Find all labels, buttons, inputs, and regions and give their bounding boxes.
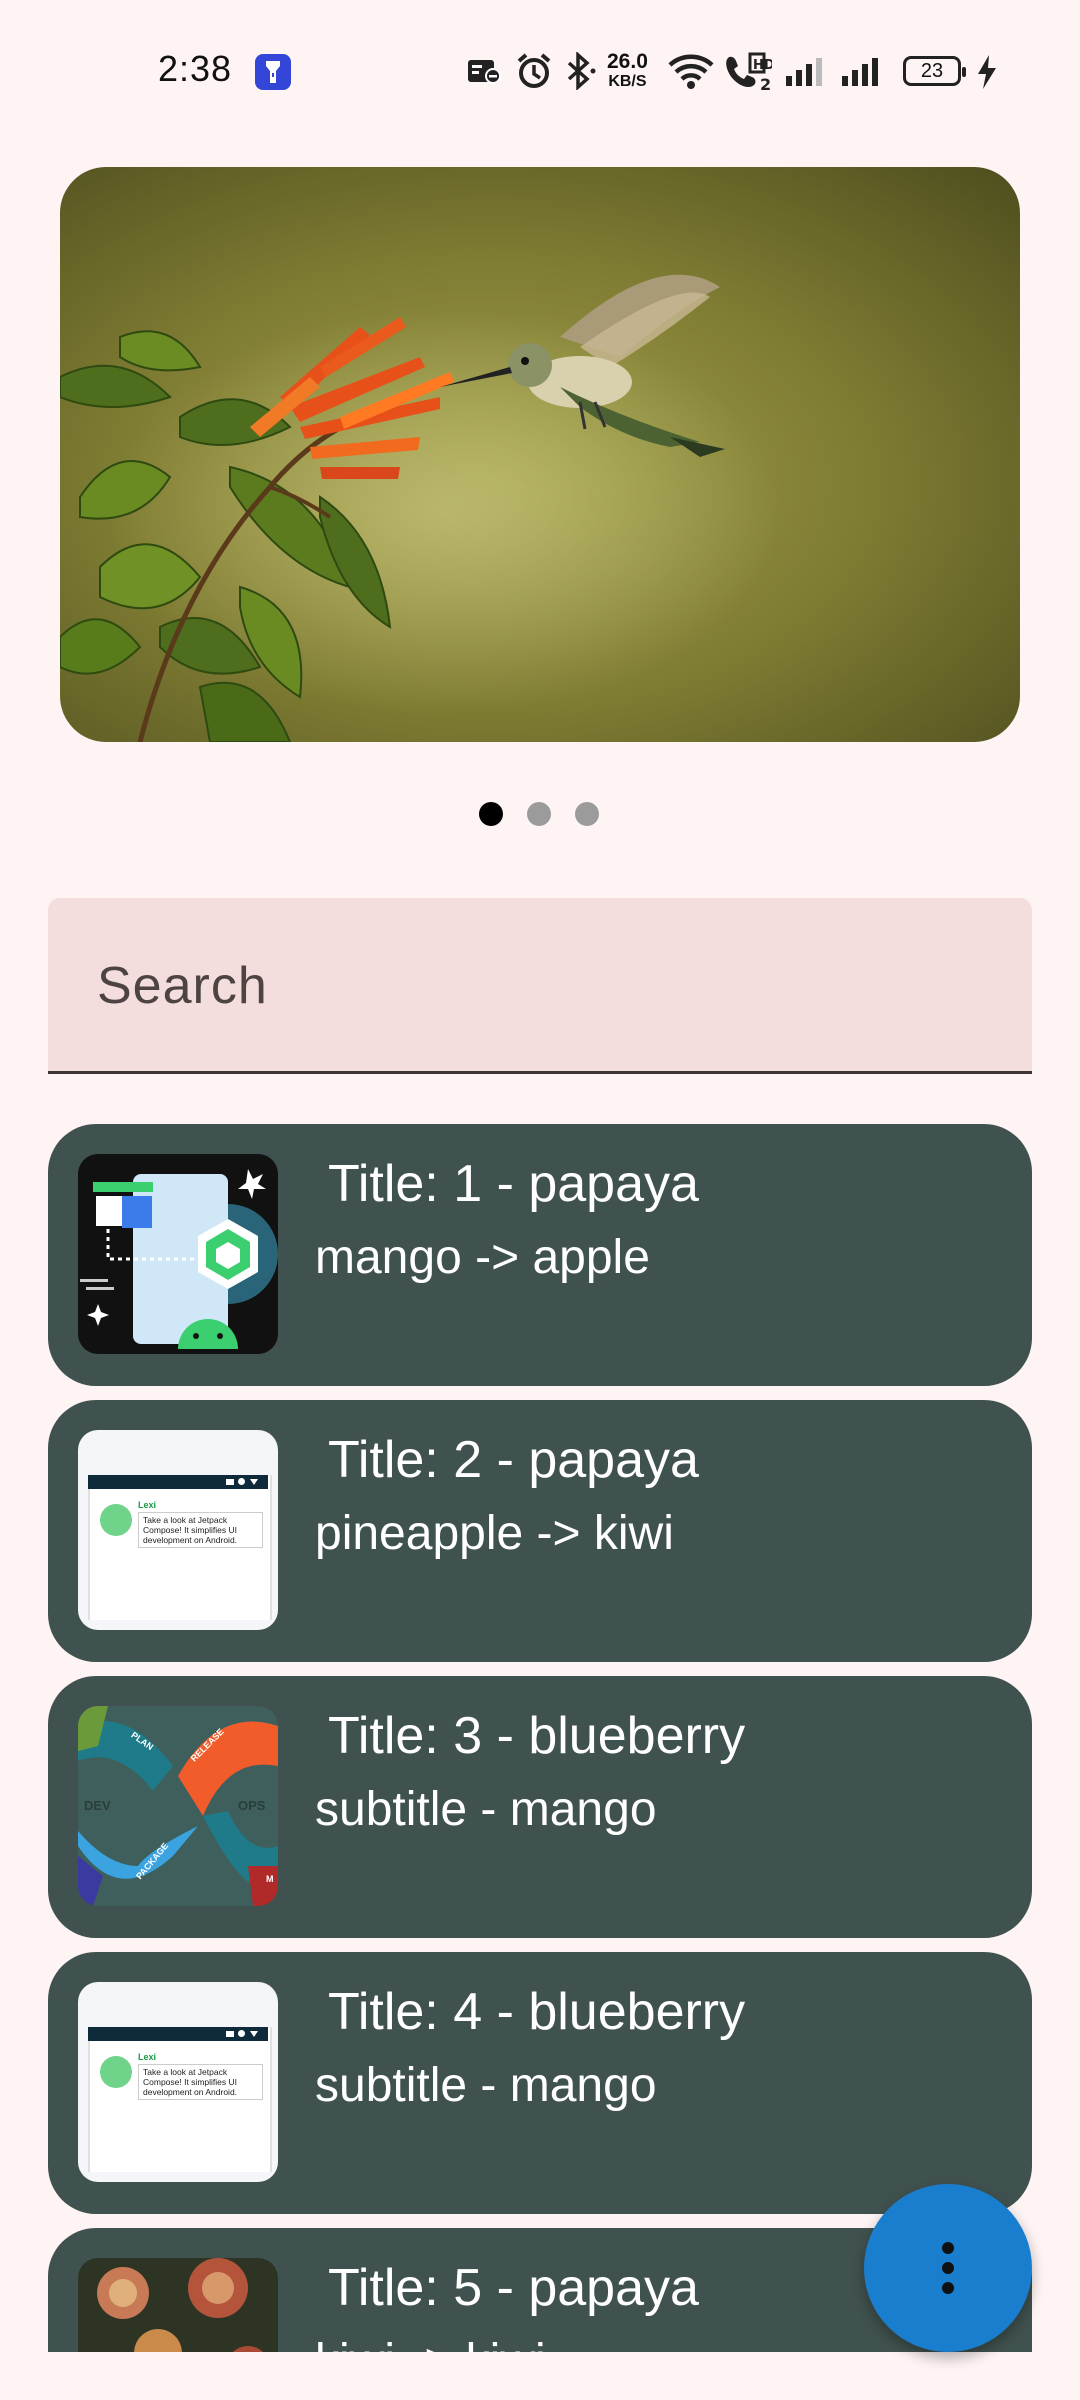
list-item-subtitle: mango -> apple	[315, 1231, 650, 1284]
carousel-dot-2[interactable]	[527, 802, 551, 826]
list-item[interactable]: Lexi Take a look at Jetpack Compose! It …	[48, 1400, 1032, 1662]
search-placeholder: Search	[97, 957, 268, 1015]
thumbnail-android-jetpack	[78, 1154, 278, 1354]
signal-sim1-icon	[786, 58, 822, 86]
carousel-dot-1[interactable]	[479, 802, 503, 826]
chat-message: Take a look at Jetpack Compose! It simpl…	[138, 2064, 263, 2100]
list-item[interactable]: Lexi Take a look at Jetpack Compose! It …	[48, 1952, 1032, 2214]
alarm-icon	[517, 53, 551, 88]
list-item-title: Title: 1 - papaya	[328, 1155, 699, 1213]
item-list[interactable]: Title: 1 - papaya mango -> apple Lexi Ta…	[48, 1124, 1032, 2352]
carousel-indicator	[0, 802, 1080, 832]
svg-text:2: 2	[760, 75, 771, 92]
thumbnail-compose-chat: Lexi Take a look at Jetpack Compose! It …	[78, 1430, 278, 1630]
devops-label-ops: OPS	[238, 1798, 266, 1813]
thumbnail-protea-flowers	[78, 2258, 278, 2352]
status-bar: 2:38 26.0 KB/S HD 2 23	[0, 0, 1080, 140]
list-item-title: Title: 5 - papaya	[328, 2259, 699, 2317]
list-item-title: Title: 3 - blueberry	[328, 1707, 746, 1765]
list-item-subtitle: subtitle - mango	[315, 1783, 657, 1836]
notification-muted-icon	[468, 60, 501, 84]
network-speed: 26.0 KB/S	[607, 50, 648, 92]
list-item-title: Title: 4 - blueberry	[328, 1983, 746, 2041]
status-time: 2:38	[158, 48, 233, 89]
list-item-subtitle: subtitle - mango	[315, 2059, 657, 2112]
chat-sender-name: Lexi	[138, 2052, 157, 2062]
charging-icon	[978, 55, 996, 89]
devops-label-m: M	[266, 1874, 274, 1884]
list-item-subtitle: pineapple -> kiwi	[315, 1507, 674, 1560]
volte-call-icon: HD 2	[726, 52, 772, 92]
network-speed-unit: KB/S	[608, 73, 647, 90]
list-item-subtitle: kiwi -> kiwi	[315, 2334, 546, 2352]
carousel-dot-3[interactable]	[575, 802, 599, 826]
carousel-image-hummingbird	[60, 167, 1020, 742]
chat-sender-name: Lexi	[138, 1500, 157, 1510]
bluetooth-icon	[567, 52, 596, 90]
flashlight-icon	[255, 54, 291, 90]
list-item-title: Title: 2 - papaya	[328, 1431, 699, 1489]
more-options-button[interactable]	[864, 2184, 1032, 2352]
chat-message: Take a look at Jetpack Compose! It simpl…	[138, 1512, 263, 1548]
list-item[interactable]: PLAN RELEASE DEV OPS PACKAGE M Title: 3 …	[48, 1676, 1032, 1938]
svg-text:HD: HD	[753, 58, 772, 73]
wifi-icon	[668, 54, 714, 89]
thumbnail-devops-loop: PLAN RELEASE DEV OPS PACKAGE M	[78, 1706, 278, 1906]
battery-icon: 23	[903, 56, 966, 86]
thumbnail-compose-chat: Lexi Take a look at Jetpack Compose! It …	[78, 1982, 278, 2182]
search-input[interactable]: Search	[48, 898, 1032, 1074]
more-vert-icon	[942, 2242, 954, 2294]
signal-sim2-icon	[842, 58, 878, 86]
list-item[interactable]: Title: 1 - papaya mango -> apple	[48, 1124, 1032, 1386]
network-speed-value: 26.0	[607, 50, 648, 73]
image-carousel[interactable]	[60, 167, 1020, 742]
devops-label-dev: DEV	[84, 1798, 111, 1813]
